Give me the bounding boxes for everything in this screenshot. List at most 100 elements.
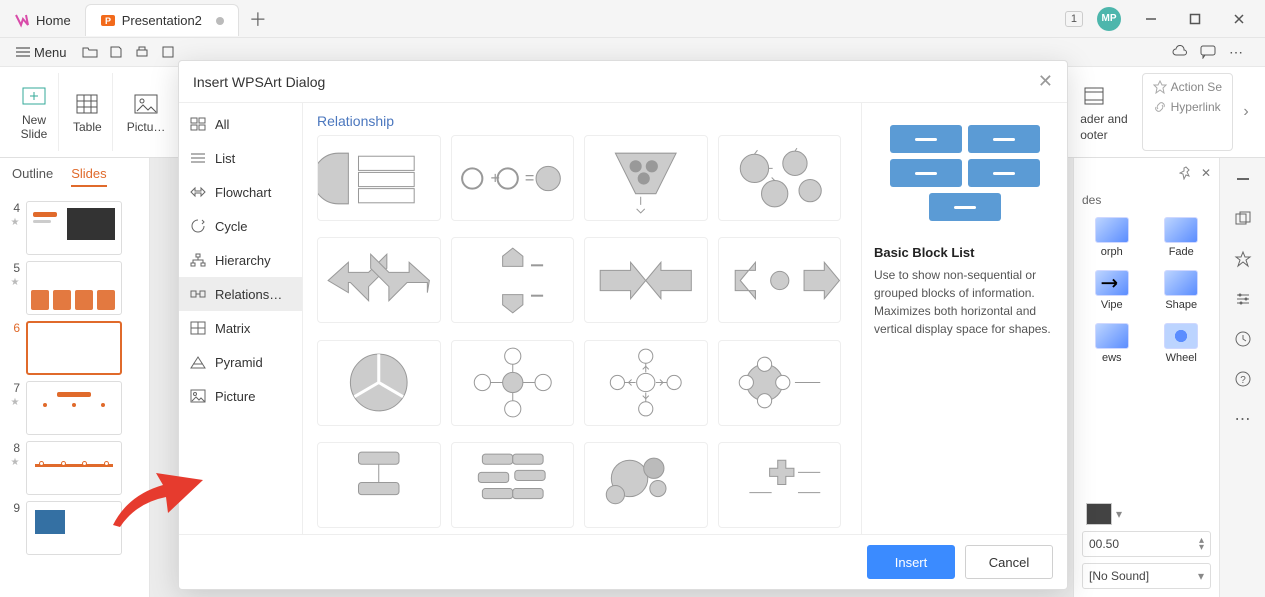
category-all[interactable]: All	[179, 107, 302, 141]
hyperlink-label: Hyperlink	[1171, 100, 1221, 114]
transition-star-icon: ★	[11, 457, 20, 468]
wpsart-option[interactable]	[451, 442, 575, 528]
slide-thumb-5[interactable]: 5★	[10, 261, 139, 315]
list-icon	[189, 149, 207, 167]
category-matrix[interactable]: Matrix	[179, 311, 302, 345]
menu-button[interactable]: Menu	[10, 42, 73, 63]
wpsart-option[interactable]	[317, 340, 441, 426]
wpsart-option[interactable]	[718, 135, 842, 221]
transition-shape[interactable]: Shape	[1152, 270, 1212, 311]
wpsart-option[interactable]	[317, 442, 441, 528]
category-relationship[interactable]: Relations…	[179, 277, 302, 311]
dialog-category-list: All List Flowchart Cycle Hierarchy Relat…	[179, 103, 303, 534]
transition-fade[interactable]: Fade	[1152, 217, 1212, 258]
wpsart-option[interactable]	[451, 340, 575, 426]
right-tool-rail: ? ⋯	[1219, 158, 1265, 597]
tab-home[interactable]: Home	[0, 4, 85, 36]
avatar[interactable]: MP	[1097, 7, 1121, 31]
slide-thumb-6[interactable]: 6	[10, 321, 139, 375]
preview-description: Use to show non-sequential or grouped bl…	[874, 266, 1055, 338]
outline-tab[interactable]: Outline	[12, 166, 53, 187]
wpsart-option[interactable]	[584, 135, 708, 221]
ribbon-picture[interactable]: Pictu…	[117, 73, 176, 151]
wpsart-option[interactable]	[317, 237, 441, 323]
transition-morph[interactable]: orph	[1082, 217, 1142, 258]
wpsart-option[interactable]	[317, 135, 441, 221]
presentation-icon: P	[100, 13, 116, 29]
category-cycle[interactable]: Cycle	[179, 209, 302, 243]
open-folder-icon[interactable]	[81, 43, 99, 61]
print-icon[interactable]	[133, 43, 151, 61]
rail-star-icon[interactable]	[1232, 248, 1254, 270]
insert-button[interactable]: Insert	[867, 545, 955, 579]
window-count-badge[interactable]: 1	[1065, 11, 1083, 27]
pin-icon[interactable]	[1179, 166, 1193, 183]
rail-help-icon[interactable]: ?	[1232, 368, 1254, 390]
transitions-panel: ✕ des orph Fade Vipe Shape ews Wheel ▾ 0…	[1073, 158, 1219, 597]
slide-thumb-4[interactable]: 4★	[10, 201, 139, 255]
close-window-button[interactable]	[1219, 4, 1259, 34]
ribbon-new-slide[interactable]: New Slide	[10, 73, 59, 151]
transition-color-swatch[interactable]	[1086, 503, 1112, 525]
dialog-title: Insert WPSArt Dialog	[193, 74, 325, 90]
wpsart-option[interactable]	[584, 340, 708, 426]
export-icon[interactable]	[159, 43, 177, 61]
rail-collapse-icon[interactable]	[1232, 168, 1254, 190]
picture-icon	[132, 90, 160, 118]
chevron-down-icon: ▾	[1198, 569, 1204, 583]
ribbon-table[interactable]: Table	[63, 73, 113, 151]
category-picture[interactable]: Picture	[179, 379, 302, 413]
ribbon-actions-panel: Action Se Hyperlink	[1142, 73, 1233, 151]
pyramid-icon	[189, 353, 207, 371]
ribbon-expand-icon[interactable]: ›	[1237, 73, 1255, 151]
spinner-icon[interactable]: ▴▾	[1199, 537, 1204, 551]
category-pyramid[interactable]: Pyramid	[179, 345, 302, 379]
transition-news[interactable]: ews	[1082, 323, 1142, 364]
matrix-icon	[189, 319, 207, 337]
rail-settings-icon[interactable]	[1232, 288, 1254, 310]
new-tab-button[interactable]: ＋	[245, 6, 271, 32]
tab-modified-dot-icon	[216, 17, 224, 25]
wpsart-option[interactable]	[718, 340, 842, 426]
transition-duration-input[interactable]: 00.50 ▴▾	[1082, 531, 1211, 557]
tab-document[interactable]: P Presentation2	[85, 4, 239, 36]
slides-tab[interactable]: Slides	[71, 166, 106, 187]
hyperlink-button[interactable]: Hyperlink	[1153, 100, 1222, 114]
rail-history-icon[interactable]	[1232, 328, 1254, 350]
dialog-close-button[interactable]: ✕	[1038, 71, 1053, 92]
transition-sound-select[interactable]: [No Sound] ▾	[1082, 563, 1211, 589]
slide-thumb-8[interactable]: 8★	[10, 441, 139, 495]
wpsart-option[interactable]	[584, 442, 708, 528]
action-settings-button[interactable]: Action Se	[1153, 80, 1222, 94]
hierarchy-icon	[189, 251, 207, 269]
wpsart-option[interactable]	[451, 237, 575, 323]
cancel-button[interactable]: Cancel	[965, 545, 1053, 579]
category-list[interactable]: List	[179, 141, 302, 175]
header-footer-label1: ader and	[1080, 112, 1127, 126]
cycle-icon	[189, 217, 207, 235]
category-hierarchy[interactable]: Hierarchy	[179, 243, 302, 277]
tab-document-label: Presentation2	[122, 13, 202, 28]
wpsart-option[interactable]	[718, 237, 842, 323]
transition-wipe[interactable]: Vipe	[1082, 270, 1142, 311]
wpsart-option[interactable]	[718, 442, 842, 528]
save-icon[interactable]	[107, 43, 125, 61]
cloud-sync-icon[interactable]	[1171, 43, 1189, 61]
chevron-down-icon[interactable]: ▾	[1116, 507, 1122, 521]
rail-more-icon[interactable]: ⋯	[1232, 408, 1254, 430]
rail-layers-icon[interactable]	[1232, 208, 1254, 230]
slide-thumb-9[interactable]: 9	[10, 501, 139, 555]
close-panel-icon[interactable]: ✕	[1201, 166, 1211, 183]
comments-icon[interactable]	[1199, 43, 1217, 61]
ribbon-header-footer[interactable]: ader and ooter	[1070, 73, 1137, 151]
transition-wheel[interactable]: Wheel	[1152, 323, 1212, 364]
category-flowchart[interactable]: Flowchart	[179, 175, 302, 209]
minimize-button[interactable]	[1131, 4, 1171, 34]
slide-thumb-7[interactable]: 7★	[10, 381, 139, 435]
more-icon[interactable]: ⋯	[1227, 43, 1245, 61]
wpsart-option[interactable]: +=	[451, 135, 575, 221]
picture-label: Pictu…	[127, 120, 166, 134]
maximize-button[interactable]	[1175, 4, 1215, 34]
wpsart-option[interactable]	[584, 237, 708, 323]
menu-label: Menu	[34, 45, 67, 60]
